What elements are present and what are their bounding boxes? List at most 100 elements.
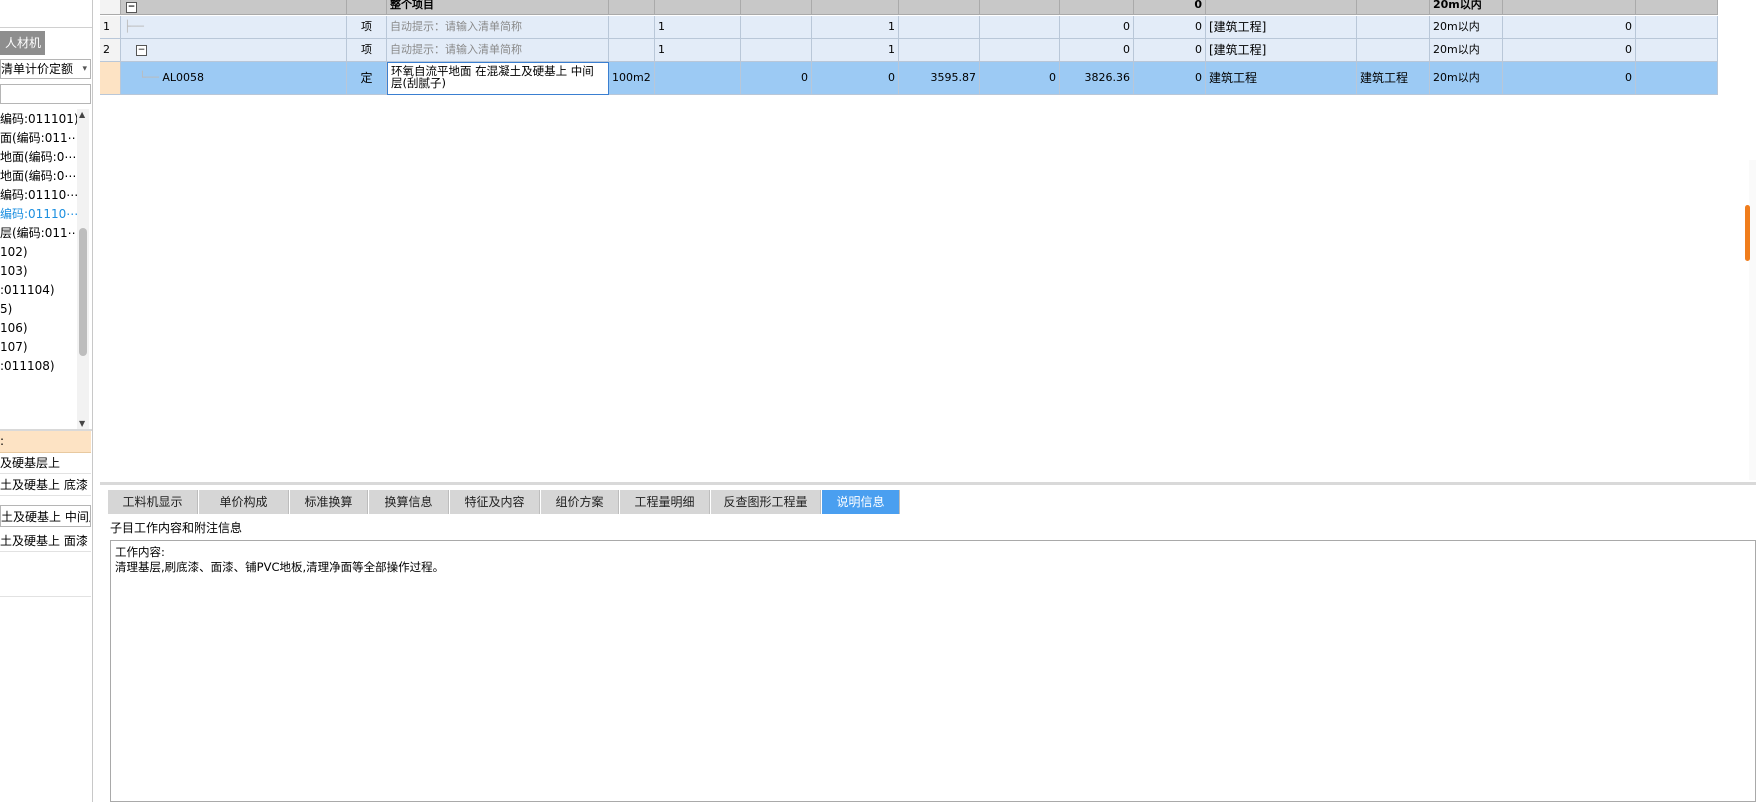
type-cell[interactable]: 项 — [347, 39, 387, 62]
project-row[interactable]: − 整个项目 0 20m以内 — [100, 0, 1718, 15]
extra-cell[interactable]: 0 — [1503, 16, 1636, 39]
specialty-cell[interactable] — [1206, 0, 1357, 15]
name-cell[interactable]: 自动提示：请输入清单简称 — [387, 39, 609, 62]
scrollbar-thumb[interactable] — [79, 228, 87, 356]
scroll-position-indicator[interactable] — [1745, 205, 1750, 261]
collapse-icon[interactable]: − — [126, 1, 137, 13]
tab-conversion-info[interactable]: 换算信息 — [369, 490, 449, 514]
unit-cell[interactable] — [609, 39, 655, 62]
panel-splitter[interactable] — [100, 482, 1756, 485]
sub-list-item[interactable]: 土及硬基上 面漆 — [0, 530, 91, 552]
tree-item[interactable]: 编码:011101) — [0, 109, 77, 129]
unit-cell[interactable] — [609, 0, 655, 15]
sub-list-item-selected[interactable]: 土及硬基上 中间层 — [0, 505, 91, 527]
type-cell[interactable]: 项 — [347, 16, 387, 39]
qty-cell[interactable]: 1 — [812, 16, 899, 39]
table-row-selected[interactable]: └── AL0058 定 环氧自流平地面 在混凝土及硬基上 中间层(刮腻子) 1… — [100, 62, 1718, 95]
tree-item[interactable]: 面(编码:011⋯ — [0, 128, 77, 148]
qty-cell[interactable] — [741, 16, 812, 39]
tab-features[interactable]: 特征及内容 — [450, 490, 540, 514]
value-cell[interactable]: 0 — [1134, 16, 1206, 39]
scroll-up-icon[interactable]: ▲ — [79, 110, 85, 119]
sub-list-item[interactable] — [0, 575, 91, 597]
value-cell[interactable]: 3826.36 — [1060, 62, 1134, 95]
value-cell[interactable] — [1060, 0, 1134, 15]
tree-item[interactable]: 106) — [0, 318, 77, 338]
specialty-cell[interactable]: 建筑工程 — [1206, 62, 1357, 95]
tree-item[interactable]: :011104) — [0, 280, 77, 300]
value-cell[interactable] — [899, 0, 980, 15]
extra-cell[interactable]: 0 — [1503, 62, 1636, 95]
qty-cell[interactable] — [741, 39, 812, 62]
tree-scrollbar[interactable]: ▲ ▼ — [77, 109, 89, 429]
value-cell[interactable]: 0 — [1060, 39, 1134, 62]
scroll-down-icon[interactable]: ▼ — [79, 419, 85, 428]
description-textarea[interactable]: 工作内容: 清理基层,刷底漆、面漆、铺PVC地板,清理净面等全部操作过程。 — [110, 540, 1756, 802]
code-cell[interactable]: − — [121, 0, 347, 15]
tree-item[interactable]: 5) — [0, 299, 77, 319]
tab-quantity-details[interactable]: 工程量明细 — [620, 490, 710, 514]
specialty-cell[interactable]: [建筑工程] — [1206, 39, 1357, 62]
tree-item[interactable]: 103) — [0, 261, 77, 281]
sub-list-item[interactable]: 及硬基层上 — [0, 452, 91, 474]
value-cell[interactable]: 0 — [741, 62, 812, 95]
value-cell[interactable]: 3595.87 — [899, 62, 980, 95]
height-range-cell[interactable]: 20m以内 — [1430, 62, 1503, 95]
tab-graphic-quantity[interactable]: 反查图形工程量 — [711, 490, 821, 514]
value-cell[interactable] — [980, 39, 1060, 62]
right-scrollbar-track[interactable] — [1749, 160, 1756, 480]
tree-item[interactable]: 107) — [0, 337, 77, 357]
tab-description[interactable]: 说明信息 — [822, 490, 900, 514]
qty-expr-cell[interactable]: 1 — [655, 39, 741, 62]
extra-cell[interactable] — [1636, 62, 1718, 95]
value-cell[interactable] — [899, 16, 980, 39]
extra-cell[interactable] — [1636, 39, 1718, 62]
quota-type-dropdown[interactable]: 清单计价定额 ▾ — [0, 59, 91, 79]
tree-item[interactable]: :011108) — [0, 356, 77, 376]
tree-item[interactable]: 102) — [0, 242, 77, 262]
tab-materials[interactable]: 人材机 — [0, 31, 45, 55]
tree-item-selected[interactable]: 编码:01110⋯ — [0, 204, 77, 224]
extra-cell[interactable] — [1503, 0, 1636, 15]
code-cell[interactable]: └── AL0058 — [121, 62, 347, 95]
tab-standard-conversion[interactable]: 标准换算 — [290, 490, 368, 514]
value-cell[interactable]: 0 — [1134, 0, 1206, 15]
tab-labor-material[interactable]: 工料机显示 — [108, 490, 198, 514]
extra-cell[interactable] — [1636, 16, 1718, 39]
code-cell[interactable]: ├── — [121, 16, 347, 39]
name-edit-field[interactable]: 环氧自流平地面 在混凝土及硬基上 中间层(刮腻子) — [387, 62, 609, 95]
tab-pricing-scheme[interactable]: 组价方案 — [541, 490, 619, 514]
unit-cell[interactable] — [609, 16, 655, 39]
table-row[interactable]: 2 − 项 自动提示：请输入清单简称 1 1 0 0 [建筑工程] 20m以内 … — [100, 39, 1718, 62]
value-cell[interactable]: 0 — [812, 62, 899, 95]
qty-cell[interactable]: 1 — [812, 39, 899, 62]
qty-expr-cell[interactable]: 1 — [655, 16, 741, 39]
tree-item[interactable]: 地面(编码:0⋯ — [0, 166, 77, 186]
qty-expr-cell[interactable] — [655, 0, 741, 15]
search-input[interactable] — [0, 84, 91, 104]
tree-item[interactable]: 层(编码:011⋯ — [0, 223, 77, 243]
extra-cell[interactable] — [1636, 0, 1718, 15]
value-cell[interactable] — [899, 39, 980, 62]
specialty2-cell[interactable]: 建筑工程 — [1357, 62, 1430, 95]
qty-expr-cell[interactable] — [655, 62, 741, 95]
unit-cell[interactable]: 100m2 — [609, 62, 655, 95]
sub-list-item[interactable]: 土及硬基上 底漆 — [0, 474, 91, 496]
height-range-cell[interactable]: 20m以内 — [1430, 16, 1503, 39]
tree-item[interactable]: 编码:01110⋯ — [0, 185, 77, 205]
table-row[interactable]: 1 ├── 项 自动提示：请输入清单简称 1 1 0 0 [建筑工程] 20m以… — [100, 16, 1718, 39]
value-cell[interactable]: 0 — [1134, 62, 1206, 95]
value-cell[interactable] — [812, 0, 899, 15]
value-cell[interactable]: 0 — [1134, 39, 1206, 62]
value-cell[interactable]: 0 — [980, 62, 1060, 95]
specialty2-cell[interactable] — [1357, 0, 1430, 15]
specialty-cell[interactable]: [建筑工程] — [1206, 16, 1357, 39]
height-range-cell[interactable]: 20m以内 — [1430, 0, 1503, 15]
value-cell[interactable] — [980, 16, 1060, 39]
extra-cell[interactable]: 0 — [1503, 39, 1636, 62]
type-cell[interactable] — [347, 0, 387, 15]
specialty2-cell[interactable] — [1357, 16, 1430, 39]
code-cell[interactable]: − — [121, 39, 347, 62]
value-cell[interactable]: 0 — [1060, 16, 1134, 39]
height-range-cell[interactable]: 20m以内 — [1430, 39, 1503, 62]
